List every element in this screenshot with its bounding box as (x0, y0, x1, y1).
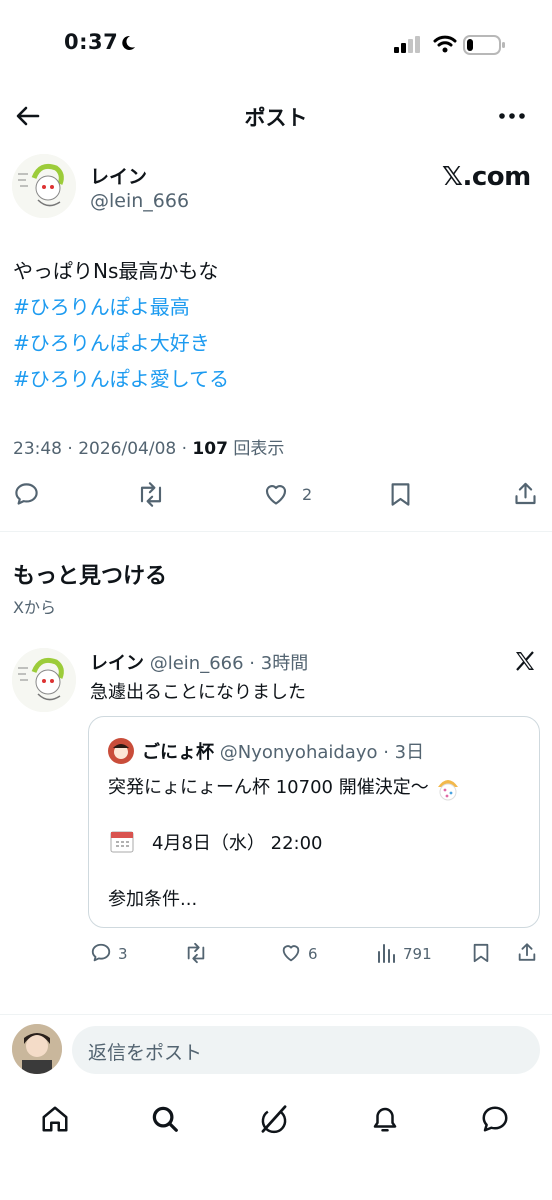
post-time: 23:48 (13, 439, 62, 459)
reply-input-placeholder: 返信をポスト (88, 1042, 203, 1064)
search-tab[interactable] (150, 1104, 180, 1134)
hashtag-link[interactable]: #ひろりんぽよ最高 (13, 289, 190, 325)
recommended-post-age: 3時間 (260, 653, 309, 674)
share-button[interactable] (512, 480, 539, 508)
status-time: 0:37 (64, 30, 119, 54)
notifications-tab[interactable] (370, 1104, 400, 1134)
recommended-like-button[interactable] (280, 942, 302, 964)
recommended-author-handle[interactable]: @lein_666 (150, 653, 244, 674)
quoted-text-1: 突発にょにょーん杯 10700 開催決定〜 (108, 777, 429, 798)
author-name[interactable]: レイン (90, 162, 147, 189)
moon-icon (119, 34, 137, 52)
recommended-author-name[interactable]: レイン (90, 653, 144, 674)
grok-tab[interactable] (258, 1104, 290, 1134)
reply-button[interactable] (13, 481, 40, 508)
views-label: 回表示 (233, 439, 285, 459)
cellular-signal-icon (394, 36, 424, 54)
divider (0, 1014, 552, 1015)
page-title: ポスト (244, 106, 308, 130)
quoted-author-handle: @Nyonyohaidayo (219, 742, 378, 763)
recommended-author-avatar[interactable] (12, 648, 76, 712)
current-user-avatar[interactable] (12, 1024, 62, 1074)
section-title: もっと見つける (13, 564, 168, 589)
recommended-repost-button[interactable] (184, 942, 208, 964)
quoted-line-1: 突発にょにょーん杯 10700 開催決定〜 (108, 773, 462, 801)
source-label: 𝕏.com (442, 162, 531, 192)
views-icon[interactable] (376, 942, 398, 964)
post-date: 2026/04/08 (78, 439, 177, 459)
confetti-ball-icon (434, 775, 462, 801)
quoted-author-avatar (108, 738, 134, 764)
calendar-icon (108, 827, 136, 855)
like-count: 2 (302, 485, 313, 504)
more-options-button[interactable] (498, 112, 526, 120)
recommended-share-button[interactable] (516, 941, 538, 964)
x-logo-icon (513, 649, 537, 673)
author-handle[interactable]: @lein_666 (90, 190, 189, 212)
recommended-views-count: 791 (403, 945, 432, 963)
views-count: 107 (192, 439, 228, 459)
divider (0, 531, 552, 532)
messages-tab[interactable] (480, 1104, 510, 1134)
quoted-author-name: ごにょ杯 (142, 742, 214, 763)
section-subtitle: Xから (13, 598, 56, 617)
bookmark-button[interactable] (388, 481, 413, 508)
hashtag-link[interactable]: #ひろりんぽよ愛してる (13, 361, 229, 397)
post-text-line: やっぱりNs最高かもな (13, 259, 219, 283)
post-meta: 23:48 · 2026/04/08 · 107 回表示 (13, 439, 285, 459)
repost-button[interactable] (136, 481, 166, 508)
like-button[interactable] (262, 481, 290, 508)
quoted-header: ごにょ杯 @Nyonyohaidayo · 3日 (142, 742, 425, 763)
recommended-post-text: 急遽出ることになりました (90, 682, 306, 703)
author-avatar[interactable] (12, 154, 76, 218)
quoted-post-age: 3日 (394, 742, 425, 763)
recommended-reply-button[interactable] (90, 942, 112, 964)
quoted-text-3: 参加条件... (108, 889, 198, 910)
home-tab[interactable] (40, 1104, 70, 1134)
recommended-like-count: 6 (308, 945, 318, 963)
recommended-header: レイン @lein_666 · 3時間 (90, 653, 309, 674)
battery-icon (463, 34, 505, 56)
hashtag-link[interactable]: #ひろりんぽよ大好き (13, 325, 210, 361)
recommended-bookmark-button[interactable] (471, 942, 491, 964)
quoted-text-2: 4月8日（水） 22:00 (152, 833, 323, 854)
recommended-reply-count: 3 (118, 945, 128, 963)
wifi-icon (433, 34, 457, 54)
